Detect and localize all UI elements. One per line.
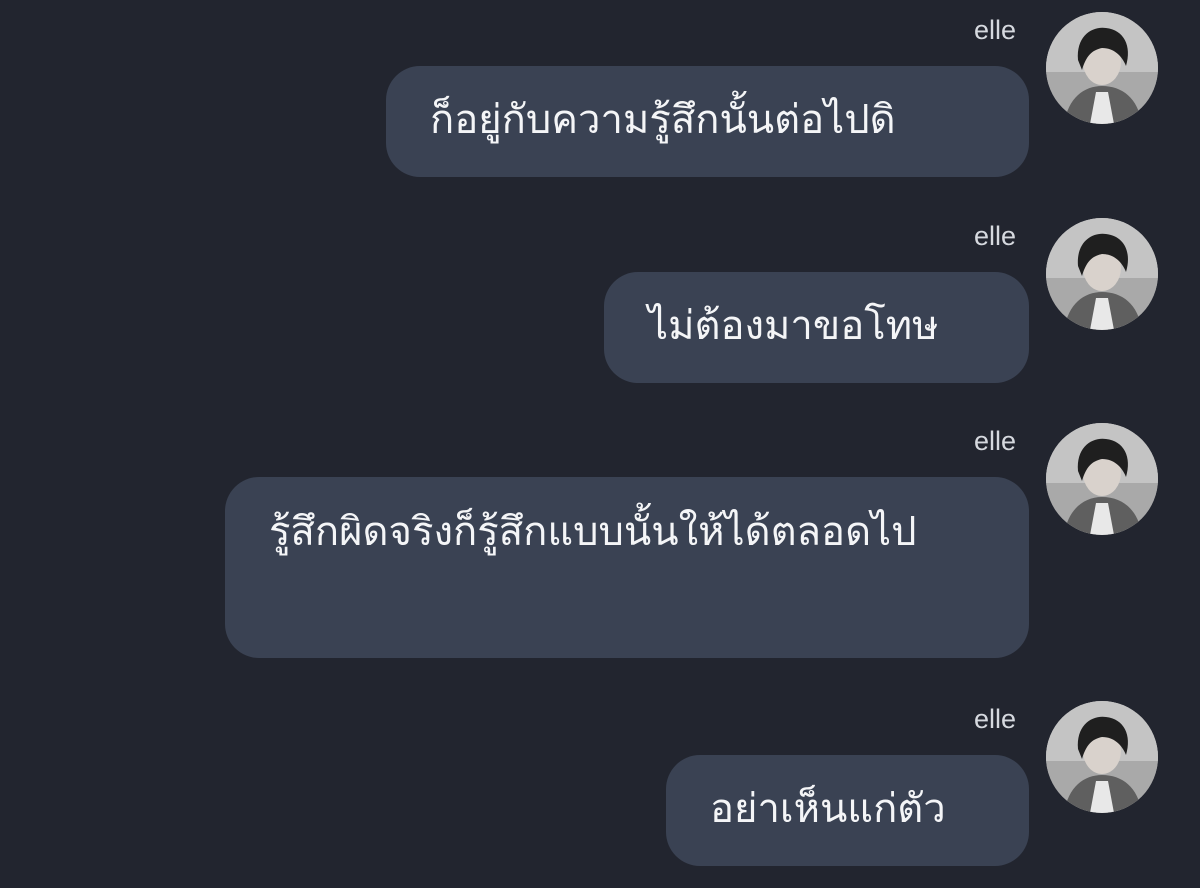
user-avatar-icon[interactable] [1046, 423, 1158, 535]
avatar-image [1046, 701, 1158, 813]
message-bubble[interactable]: ไม่ต้องมาขอโทษ [604, 272, 1029, 383]
chat-thread[interactable]: elle ก็อยู่กับความรู้สึกนั้นต่อไปดิ elle… [0, 0, 1200, 888]
message-bubble[interactable]: ก็อยู่กับความรู้สึกนั้นต่อไปดิ [386, 66, 1029, 177]
sender-name: elle [973, 221, 1016, 251]
sender-name: elle [973, 426, 1016, 456]
sender-name: elle [973, 704, 1016, 734]
avatar-image [1046, 218, 1158, 330]
message-text: ก็อยู่กับความรู้สึกนั้นต่อไปดิ [430, 97, 896, 143]
avatar-image [1046, 423, 1158, 535]
user-avatar-icon[interactable] [1046, 12, 1158, 124]
avatar-image [1046, 12, 1158, 124]
message-bubble[interactable]: รู้สึกผิดจริงก็รู้สึกแบบนั้นให้ได้ตลอดไป [225, 477, 1029, 658]
message-text: รู้สึกผิดจริงก็รู้สึกแบบนั้นให้ได้ตลอดไป [269, 509, 917, 555]
user-avatar-icon[interactable] [1046, 701, 1158, 813]
message-text: ไม่ต้องมาขอโทษ [648, 303, 939, 349]
user-avatar-icon[interactable] [1046, 218, 1158, 330]
message-bubble[interactable]: อย่าเห็นแก่ตัว [666, 755, 1029, 866]
message-text: อย่าเห็นแก่ตัว [710, 786, 946, 832]
sender-name: elle [973, 15, 1016, 45]
